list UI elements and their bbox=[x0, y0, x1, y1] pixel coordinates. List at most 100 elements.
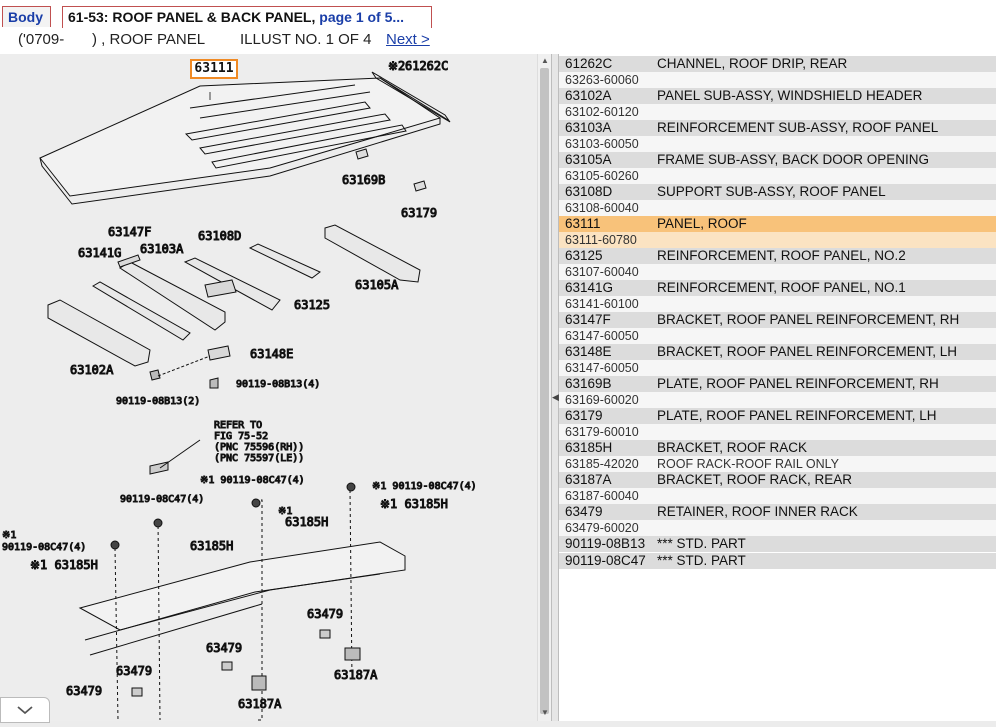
part-number-row[interactable]: 63103-60050 bbox=[559, 136, 996, 152]
part-row[interactable]: 63111 PANEL, ROOF bbox=[559, 216, 996, 232]
part-number-row[interactable]: 63108-60040 bbox=[559, 200, 996, 216]
label-61262c-note: ※2 bbox=[388, 59, 405, 73]
part-row[interactable]: 63169B PLATE, ROOF PANEL REINFORCEMENT, R… bbox=[559, 376, 996, 392]
part-description: CHANNEL, ROOF DRIP, REAR bbox=[657, 56, 848, 71]
label-63185h-b[interactable]: 63185H bbox=[285, 515, 329, 530]
part-code: 90119-08B13 bbox=[565, 536, 646, 551]
part-number-row[interactable]: 63147-60050 bbox=[559, 328, 996, 344]
part-description: REINFORCEMENT SUB-ASSY, ROOF PANEL bbox=[657, 120, 939, 135]
part-description: PLATE, ROOF PANEL REINFORCEMENT, LH bbox=[657, 408, 937, 423]
part-description: FRAME SUB-ASSY, BACK DOOR OPENING bbox=[657, 152, 930, 167]
part-number-row[interactable]: 63185-42020 ROOF RACK-ROOF RAIL ONLY bbox=[559, 456, 996, 472]
part-code: 63108D bbox=[565, 184, 613, 199]
label-63125[interactable]: 63125 bbox=[294, 298, 331, 313]
part-description: PLATE, ROOF PANEL REINFORCEMENT, RH bbox=[657, 376, 939, 391]
tab-roof-panel[interactable]: 61-53: ROOF PANEL & BACK PANEL, page 1 o… bbox=[62, 6, 432, 29]
part-row[interactable]: 63108D SUPPORT SUB-ASSY, ROOF PANEL bbox=[559, 184, 996, 200]
label-63147f[interactable]: 63147F bbox=[108, 225, 152, 240]
label-refer-2: FIG 75-52 bbox=[214, 431, 268, 442]
collapse-button[interactable] bbox=[0, 697, 50, 723]
label-63479-b[interactable]: 63479 bbox=[206, 641, 243, 656]
label-63108d[interactable]: 63108D bbox=[198, 229, 242, 244]
label-63103a[interactable]: 63103A bbox=[140, 242, 185, 257]
label-90119-08b13-2[interactable]: 90119-08B13(2) bbox=[116, 396, 201, 408]
part-number-row[interactable]: 63263-60060 bbox=[559, 72, 996, 88]
illustration-scrollbar[interactable]: ▲ ▼ bbox=[537, 54, 552, 721]
part-row[interactable]: 63187A BRACKET, ROOF RACK, REAR bbox=[559, 472, 996, 488]
part-code: 63179 bbox=[565, 408, 603, 423]
label-90119-08b13-4[interactable]: 90119-08B13(4) bbox=[236, 379, 321, 391]
part-row[interactable]: 63479 RETAINER, ROOF INNER RACK bbox=[559, 504, 996, 520]
part-number-row[interactable]: 63479-60020 bbox=[559, 520, 996, 536]
label-63479-c[interactable]: 63479 bbox=[116, 664, 153, 679]
label-63102a[interactable]: 63102A bbox=[70, 363, 115, 378]
part-description: RETAINER, ROOF INNER RACK bbox=[657, 504, 858, 519]
part-row[interactable]: 63185H BRACKET, ROOF RACK bbox=[559, 440, 996, 456]
part-description: BRACKET, ROOF RACK bbox=[657, 440, 808, 455]
label-63479-a[interactable]: 63479 bbox=[307, 607, 344, 622]
label-refer-3: (PNC 75596(RH)) bbox=[214, 442, 304, 453]
part-number-row[interactable]: 63102-60120 bbox=[559, 104, 996, 120]
label-refer-4: (PNC 75597(LE)) bbox=[214, 453, 304, 464]
next-illustration-link[interactable]: Next > bbox=[386, 31, 430, 48]
part-code: 90119-08C47 bbox=[565, 553, 646, 568]
part-number: 63108-60040 bbox=[565, 201, 639, 215]
part-number-row[interactable]: 63179-60010 bbox=[559, 424, 996, 440]
part-code: 63125 bbox=[565, 248, 603, 263]
label-61262c[interactable]: 61262C bbox=[405, 59, 449, 74]
label-63148e[interactable]: 63148E bbox=[250, 347, 294, 362]
label-63169b[interactable]: 63169B bbox=[342, 173, 386, 188]
part-row[interactable]: 63125 REINFORCEMENT, ROOF PANEL, NO.2 bbox=[559, 248, 996, 264]
label-90119-08c47-b[interactable]: ※1 90119-08C47(4) bbox=[372, 481, 478, 493]
part-number-row[interactable]: 63187-60040 bbox=[559, 488, 996, 504]
splitter-grip-icon[interactable]: ◀ bbox=[552, 392, 559, 403]
part-row[interactable]: 90119-08C47 *** STD. PART bbox=[559, 553, 996, 569]
label-63185h-c[interactable]: 63185H bbox=[190, 539, 234, 554]
part-row[interactable]: 63179 PLATE, ROOF PANEL REINFORCEMENT, LH bbox=[559, 408, 996, 424]
label-90119-08c47-d[interactable]: 90119-08C47(4) bbox=[2, 542, 87, 554]
part-number-row[interactable]: 63169-60020 bbox=[559, 392, 996, 408]
scroll-up-icon[interactable]: ▲ bbox=[540, 56, 550, 66]
part-number-row[interactable]: 63141-60100 bbox=[559, 296, 996, 312]
label-63105a[interactable]: 63105A bbox=[355, 278, 400, 293]
part-number-note: ROOF RACK-ROOF RAIL ONLY bbox=[657, 457, 839, 471]
part-number: 63147-60050 bbox=[565, 329, 639, 343]
parts-illustration[interactable]: ※2 61262C 63169B 63179 63147F 63108D 631… bbox=[0, 54, 537, 721]
part-row[interactable]: 63103A REINFORCEMENT SUB-ASSY, ROOF PANEL bbox=[559, 120, 996, 136]
part-row[interactable]: 63105A FRAME SUB-ASSY, BACK DOOR OPENING bbox=[559, 152, 996, 168]
label-63179[interactable]: 63179 bbox=[401, 206, 438, 221]
label-refer-1: REFER TO bbox=[214, 420, 262, 431]
part-code: 63148E bbox=[565, 344, 612, 359]
part-number-row[interactable]: 63147-60050 bbox=[559, 360, 996, 376]
part-row[interactable]: 63148E BRACKET, ROOF PANEL REINFORCEMENT,… bbox=[559, 344, 996, 360]
label-63187a-a[interactable]: 63187A bbox=[334, 668, 379, 683]
part-number-row[interactable]: 63107-60040 bbox=[559, 264, 996, 280]
label-63187a-b[interactable]: 63187A bbox=[238, 697, 283, 712]
part-row[interactable]: 63102A PANEL SUB-ASSY, WINDSHIELD HEADER bbox=[559, 88, 996, 104]
tab-body[interactable]: Body bbox=[2, 6, 51, 27]
part-row[interactable]: 63147F BRACKET, ROOF PANEL REINFORCEMENT,… bbox=[559, 312, 996, 328]
label-90119-08c47-a[interactable]: ※1 90119-08C47(4) bbox=[200, 475, 306, 487]
label-63141g[interactable]: 63141G bbox=[78, 246, 122, 261]
label-63185h-a[interactable]: ※1 63185H bbox=[380, 497, 449, 512]
tab-page-indicator[interactable]: page 1 of 5... bbox=[315, 9, 404, 25]
scrollbar-thumb[interactable] bbox=[540, 68, 549, 714]
part-row[interactable]: 61262C CHANNEL, ROOF DRIP, REAR bbox=[559, 56, 996, 72]
part-code: 63479 bbox=[565, 504, 603, 519]
illustration-number: ILLUST NO. 1 OF 4 bbox=[240, 31, 372, 48]
scroll-down-icon[interactable]: ▼ bbox=[540, 708, 550, 718]
part-row[interactable]: 90119-08B13 *** STD. PART bbox=[559, 536, 996, 552]
part-number-row[interactable]: 63111-60780 bbox=[559, 232, 996, 248]
pane-splitter[interactable]: ◀ bbox=[551, 54, 559, 721]
label-63479-d[interactable]: 63479 bbox=[66, 684, 103, 699]
part-description: *** STD. PART bbox=[657, 536, 746, 551]
part-code: 63103A bbox=[565, 120, 612, 135]
label-90119-08c47-d-note: ※1 bbox=[2, 530, 16, 541]
label-90119-08c47-c[interactable]: 90119-08C47(4) bbox=[120, 494, 205, 506]
part-number: 63102-60120 bbox=[565, 105, 639, 119]
part-number-row[interactable]: 63105-60260 bbox=[559, 168, 996, 184]
label-63185h-d[interactable]: ※1 63185H bbox=[30, 558, 99, 573]
selected-part-callout[interactable]: 63111 bbox=[190, 59, 238, 79]
part-row[interactable]: 63141G REINFORCEMENT, ROOF PANEL, NO.1 bbox=[559, 280, 996, 296]
part-number: 63107-60040 bbox=[565, 265, 639, 279]
